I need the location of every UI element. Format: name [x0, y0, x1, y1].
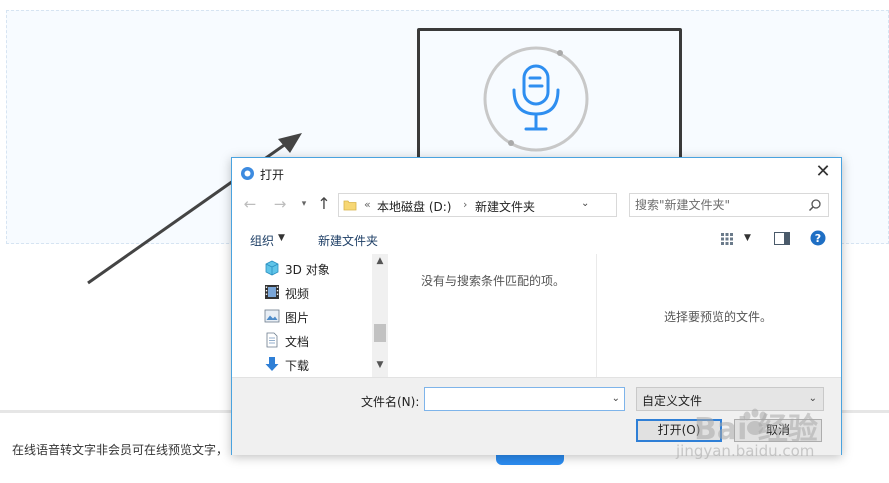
navigation-pane: 3D 对象 视频 图片 文档 下载 ▲ ▼ [232, 254, 388, 378]
nav-item-label: 文档 [285, 335, 310, 349]
address-segment-folder[interactable]: 新建文件夹 [475, 198, 535, 215]
scroll-up-chevron-icon[interactable]: ▲ [372, 256, 388, 270]
view-chevron-down-icon[interactable]: ▼ [744, 233, 751, 243]
preview-pane-icon[interactable] [774, 232, 790, 245]
nav-item-label: 下载 [285, 359, 310, 373]
forward-arrow-icon[interactable]: → [270, 194, 290, 214]
filename-input[interactable] [429, 391, 601, 407]
organize-chevron-down-icon[interactable]: ▼ [278, 233, 285, 243]
downloads-icon [265, 357, 279, 371]
video-icon [265, 285, 279, 299]
nav-item-label: 视频 [285, 287, 310, 301]
new-folder-button[interactable]: 新建文件夹 [318, 232, 378, 249]
address-segment-drive[interactable]: 本地磁盘 (D:) [377, 198, 451, 215]
filename-dropdown-chevron-icon[interactable]: ⌄ [612, 393, 620, 404]
address-overflow-chevron[interactable]: « [364, 198, 371, 211]
scroll-thumb[interactable] [374, 324, 386, 342]
cancel-button[interactable]: 取消 [734, 419, 822, 442]
pictures-icon [264, 309, 280, 323]
help-icon[interactable]: ? [810, 230, 826, 246]
open-file-dialog: 打开 ✕ ← → ▾ ↑ « 本地磁盘 (D:) › 新建文件夹 ⌄ ↻ 组织 [231, 157, 842, 455]
address-separator[interactable]: › [463, 198, 467, 211]
preview-pane: 选择要预览的文件。 [596, 254, 841, 378]
navigation-bar: ← → ▾ ↑ « 本地磁盘 (D:) › 新建文件夹 ⌄ ↻ [232, 192, 841, 218]
back-arrow-icon[interactable]: ← [240, 194, 260, 214]
nav-pane-scrollbar[interactable]: ▲ ▼ [372, 254, 388, 378]
view-options-icon[interactable] [720, 232, 734, 246]
nav-item-downloads[interactable]: 下载 [262, 354, 372, 374]
file-list-pane[interactable]: 没有与搜索条件匹配的项。 [389, 254, 596, 378]
annotation-highlight-box [417, 28, 682, 173]
app-icon [241, 167, 254, 180]
nav-item-3d-objects[interactable]: 3D 对象 [262, 258, 372, 278]
svg-text:?: ? [815, 232, 821, 245]
documents-icon [266, 332, 278, 348]
search-icon[interactable] [808, 198, 822, 212]
file-type-chevron-down-icon[interactable]: ⌄ [809, 393, 817, 404]
preview-message: 选择要预览的文件。 [664, 310, 773, 324]
nav-item-label: 图片 [285, 311, 310, 325]
filename-label: 文件名(N): [361, 395, 420, 409]
search-field[interactable] [629, 193, 829, 217]
scroll-down-chevron-icon[interactable]: ▼ [372, 360, 388, 374]
recent-locations-chevron-icon[interactable]: ▾ [294, 194, 314, 214]
dialog-title: 打开 [260, 168, 285, 182]
address-bar[interactable]: « 本地磁盘 (D:) › 新建文件夹 ⌄ ↻ [338, 193, 717, 217]
page-footer-text: 在线语音转文字非会员可在线预览文字， [12, 443, 229, 457]
file-type-value: 自定义文件 [642, 394, 703, 408]
nav-item-videos[interactable]: 视频 [262, 282, 372, 302]
organize-menu[interactable]: 组织 [250, 232, 274, 249]
search-input[interactable] [635, 197, 795, 213]
empty-results-message: 没有与搜索条件匹配的项。 [421, 274, 566, 288]
dialog-titlebar[interactable]: 打开 ✕ [232, 158, 841, 188]
open-button[interactable]: 打开(O) [636, 419, 722, 442]
dialog-footer: 文件名(N): ⌄ 自定义文件 ⌄ 打开(O) 取消 [232, 377, 841, 455]
nav-item-pictures[interactable]: 图片 [262, 306, 372, 326]
close-button[interactable]: ✕ [813, 162, 833, 182]
folder-icon [343, 200, 357, 211]
nav-item-label: 3D 对象 [285, 263, 330, 277]
convert-button[interactable] [496, 455, 564, 465]
up-arrow-icon[interactable]: ↑ [314, 194, 334, 214]
filename-combobox[interactable]: ⌄ [424, 387, 625, 411]
3d-objects-icon [265, 260, 279, 276]
file-type-select[interactable]: 自定义文件 ⌄ [636, 387, 824, 411]
nav-item-documents[interactable]: 文档 [262, 330, 372, 350]
address-dropdown-chevron-icon[interactable]: ⌄ [581, 198, 589, 209]
command-toolbar: 组织 ▼ 新建文件夹 ▼ ? [232, 226, 841, 252]
